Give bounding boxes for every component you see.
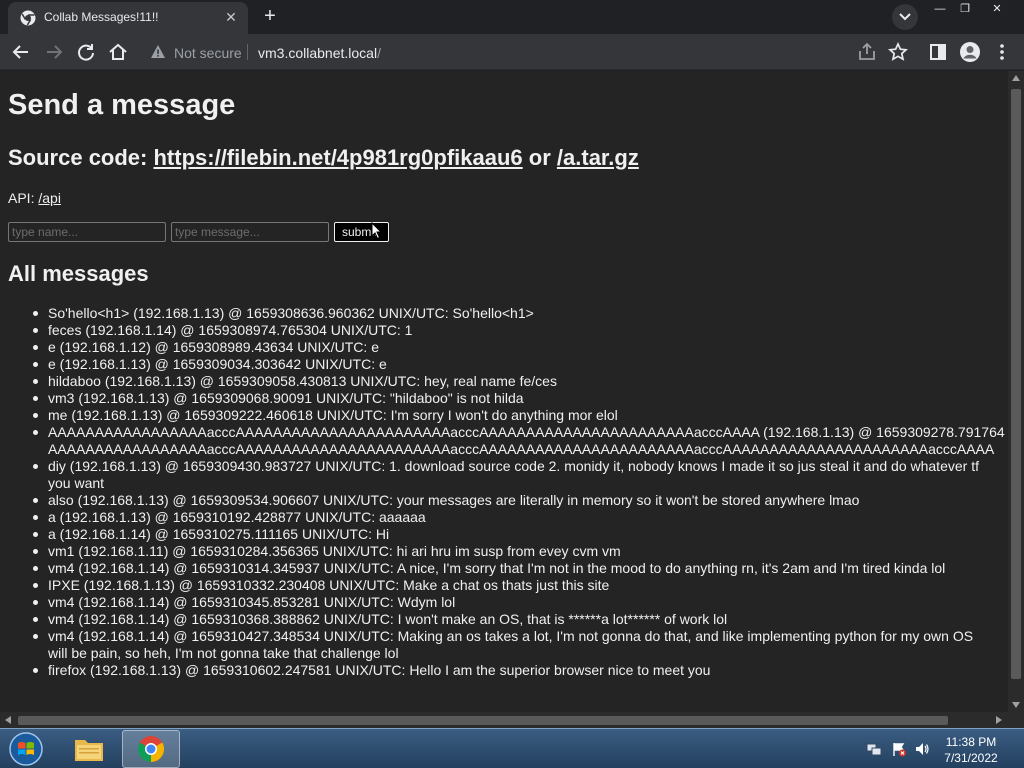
new-tab-button[interactable]: + <box>258 5 282 29</box>
scroll-corner <box>1008 712 1024 728</box>
message-item: vm4 (192.168.1.14) @ 1659310427.348534 U… <box>33 628 993 662</box>
tray-volume-icon[interactable] <box>914 741 930 757</box>
message-item: firefox (192.168.1.13) @ 1659310602.2475… <box>33 662 993 679</box>
clock-date[interactable]: 7/31/2022 <box>936 751 1006 765</box>
source-prefix: Source code: <box>8 145 154 170</box>
home-icon[interactable] <box>107 41 129 63</box>
message-item: feces (192.168.1.14) @ 1659308974.765304… <box>33 322 993 339</box>
message-item: hildaboo (192.168.1.13) @ 1659309058.430… <box>33 373 993 390</box>
api-line: API: /api <box>8 190 61 206</box>
message-item: e (192.168.1.12) @ 1659308989.43634 UNIX… <box>33 339 993 356</box>
url-path: / <box>377 45 381 61</box>
message-item: vm1 (192.168.1.11) @ 1659310284.356365 U… <box>33 543 993 560</box>
scroll-left-icon[interactable] <box>5 716 11 724</box>
message-item: IPXE (192.168.1.13) @ 1659310332.230408 … <box>33 577 993 594</box>
window-close-button[interactable]: ✕ <box>982 0 1012 18</box>
restore-button[interactable]: ❐ <box>950 0 980 18</box>
horizontal-scrollbar[interactable] <box>0 712 1008 728</box>
sidepanel-icon[interactable] <box>927 41 949 63</box>
source-code-heading: Source code: https://filebin.net/4p981rg… <box>8 145 639 171</box>
tab-search-button[interactable] <box>892 4 918 30</box>
windows-taskbar: 11:38 PM 7/31/2022 <box>0 728 1024 768</box>
message-item: vm4 (192.168.1.14) @ 1659310345.853281 U… <box>33 594 993 611</box>
page-content: Send a message Source code: https://file… <box>0 71 1008 712</box>
clock-time[interactable]: 11:38 PM <box>936 735 1006 749</box>
scroll-down-icon[interactable] <box>1012 702 1020 708</box>
horizontal-scroll-thumb[interactable] <box>18 716 948 725</box>
archive-link[interactable]: /a.tar.gz <box>557 145 639 170</box>
message-item: So'hello<h1> (192.168.1.13) @ 1659308636… <box>33 305 993 322</box>
message-item: me (192.168.1.13) @ 1659309222.460618 UN… <box>33 407 993 424</box>
tray-flag-icon[interactable] <box>891 741 907 757</box>
explorer-icon <box>75 740 103 761</box>
message-item: e (192.168.1.13) @ 1659309034.303642 UNI… <box>33 356 993 373</box>
vertical-scroll-thumb[interactable] <box>1011 89 1021 679</box>
menu-icon[interactable] <box>991 41 1013 63</box>
scroll-right-icon[interactable] <box>996 716 1002 724</box>
security-label[interactable]: Not secure <box>174 45 242 61</box>
taskbar-chrome-button[interactable] <box>122 730 180 768</box>
chevron-down-icon <box>899 13 911 21</box>
address-bar[interactable]: Not secure vm3.collabnet.local/ <box>140 38 920 66</box>
browser-tab[interactable]: Collab Messages!11!! ✕ <box>8 2 248 34</box>
name-input[interactable] <box>8 222 166 242</box>
chrome-favicon <box>20 10 36 26</box>
api-link[interactable]: /api <box>38 190 61 206</box>
tab-strip: Collab Messages!11!! ✕ + — ❐ ✕ <box>0 0 1024 34</box>
tab-close-icon[interactable]: ✕ <box>222 8 240 26</box>
mouse-cursor-icon <box>371 222 383 240</box>
page-title: Send a message <box>8 89 236 121</box>
message-input[interactable] <box>171 222 329 242</box>
scroll-up-icon[interactable] <box>1012 75 1020 81</box>
message-item: vm4 (192.168.1.14) @ 1659310368.388862 U… <box>33 611 993 628</box>
message-item: also (192.168.1.13) @ 1659309534.906607 … <box>33 492 993 509</box>
browser-toolbar: Not secure vm3.collabnet.local/ <box>0 34 1024 70</box>
message-item: a (192.168.1.13) @ 1659310192.428877 UNI… <box>33 509 993 526</box>
message-item: diy (192.168.1.13) @ 1659309430.983727 U… <box>33 458 993 492</box>
message-item: vm4 (192.168.1.14) @ 1659310314.345937 U… <box>33 560 993 577</box>
profile-icon[interactable] <box>959 41 981 63</box>
source-code-link[interactable]: https://filebin.net/4p981rg0pfikaau6 <box>153 145 522 170</box>
forward-icon[interactable] <box>43 41 65 63</box>
message-item: vm3 (192.168.1.13) @ 1659309068.90091 UN… <box>33 390 993 407</box>
url-text[interactable]: vm3.collabnet.local/ <box>258 45 381 61</box>
chrome-icon <box>137 736 165 763</box>
tab-title: Collab Messages!11!! <box>44 10 159 24</box>
warning-icon[interactable] <box>150 44 166 60</box>
back-icon[interactable] <box>10 41 32 63</box>
message-item: a (192.168.1.14) @ 1659310275.111165 UNI… <box>33 526 993 543</box>
taskbar-explorer-button[interactable] <box>60 730 118 768</box>
windows-start-icon[interactable] <box>6 730 46 768</box>
messages-heading: All messages <box>8 261 149 286</box>
vertical-scrollbar[interactable] <box>1008 71 1024 712</box>
tray-network-icon[interactable] <box>866 741 882 757</box>
star-icon[interactable] <box>887 41 909 63</box>
message-item: AAAAAAAAAAAAAAAAAacccAAAAAAAAAAAAAAAAAAA… <box>33 424 1008 458</box>
api-prefix: API: <box>8 190 39 206</box>
share-icon[interactable] <box>856 41 878 63</box>
messages-list: So'hello<h1> (192.168.1.13) @ 1659308636… <box>33 305 1008 679</box>
reload-icon[interactable] <box>75 41 97 63</box>
omnibox-divider <box>247 44 248 60</box>
url-host: vm3.collabnet.local <box>258 45 378 61</box>
source-or: or <box>522 145 557 170</box>
